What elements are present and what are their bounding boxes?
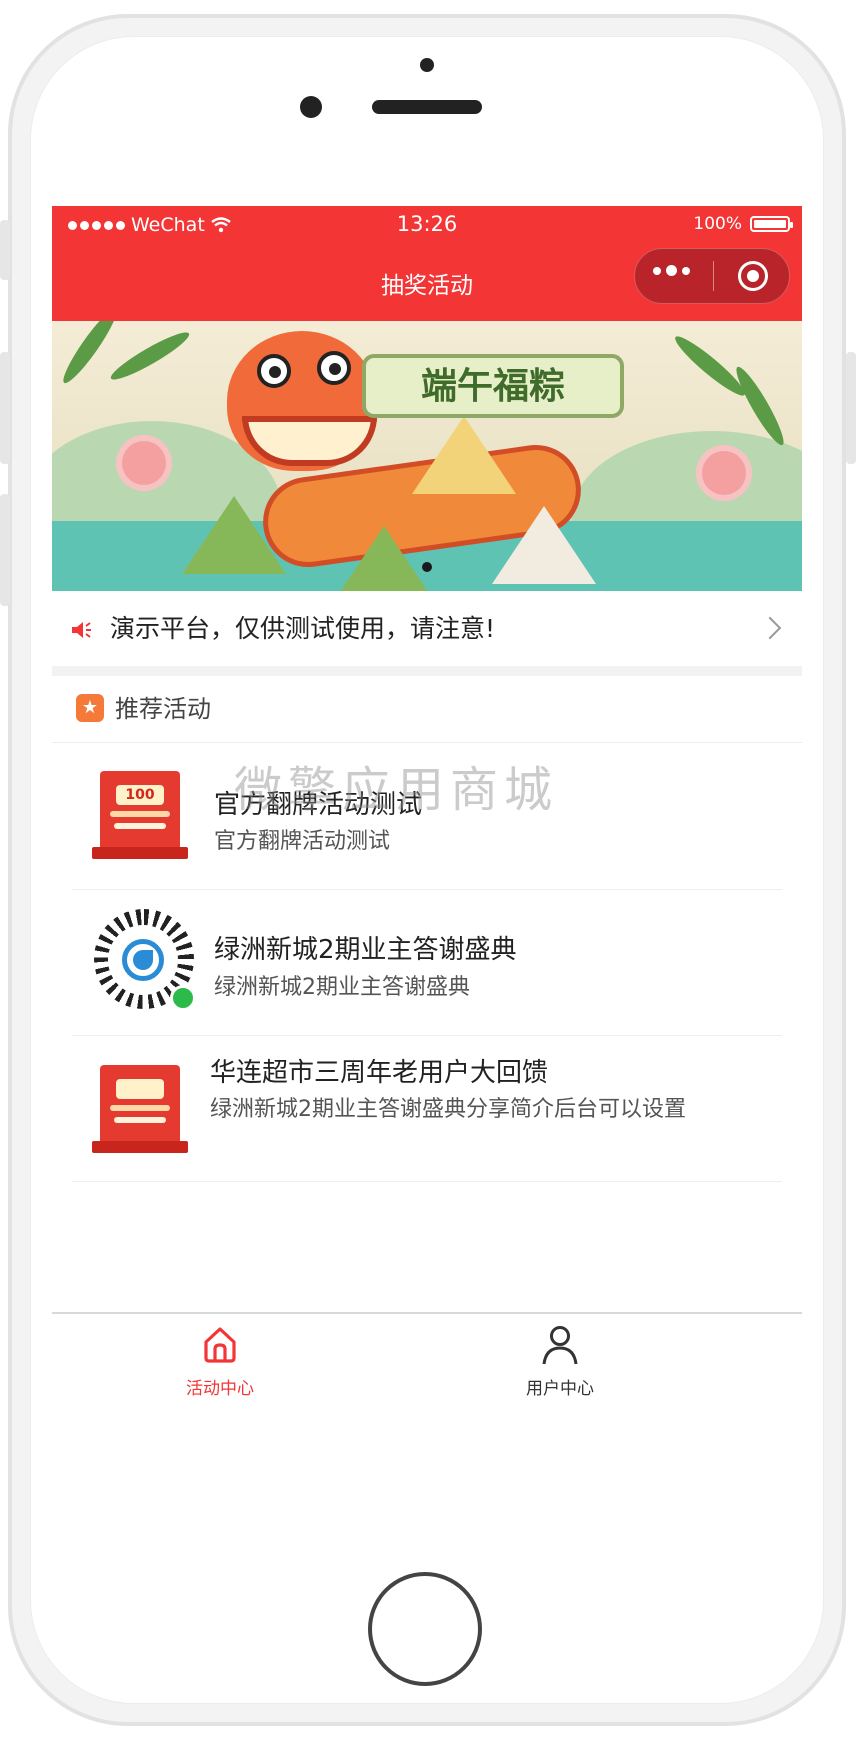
app-screen: WeChat 13:26 100% 抽奖活动 端午福粽 演示平台，仅供测试使用，… (52, 206, 802, 1456)
activity-thumbnail (92, 1065, 188, 1155)
activity-title: 华连超市三周年老用户大回馈 (210, 1058, 549, 1088)
section-header: ★ 推荐活动 (52, 676, 802, 743)
notice-text: 演示平台，仅供测试使用，请注意! (110, 614, 496, 643)
battery-percent: 100% (693, 214, 742, 234)
lily-flower-icon (122, 441, 166, 485)
activity-thumbnail: 100 (92, 771, 188, 861)
tab-label: 活动中心 (186, 1379, 254, 1399)
status-time: 13:26 (396, 212, 458, 236)
capsule-divider (713, 261, 714, 291)
lily-flower-icon (702, 451, 746, 495)
activity-desc: 绿洲新城2期业主答谢盛典分享简介后台可以设置 (210, 1097, 686, 1122)
battery-icon (750, 216, 793, 232)
tab-activity-center[interactable]: 活动中心 (140, 1324, 300, 1399)
activity-desc: 绿洲新城2期业主答谢盛典 (214, 975, 470, 1000)
qrcode-logo-icon (122, 939, 164, 981)
star-icon: ★ (76, 694, 104, 722)
home-icon (204, 1327, 236, 1363)
carousel-indicator-dot[interactable] (422, 562, 432, 572)
phone-camera-lens (300, 96, 322, 118)
poster-amount: 100 (116, 785, 164, 805)
zongzi-illustration (492, 506, 596, 584)
phone-side-button (0, 220, 10, 280)
tab-user-center[interactable]: 用户中心 (480, 1324, 640, 1399)
red-envelope-poster-icon: 100 (92, 771, 188, 861)
nav-bar: WeChat 13:26 100% 抽奖活动 (52, 206, 802, 321)
phone-home-button[interactable] (368, 1572, 482, 1686)
notice-bar[interactable]: 演示平台，仅供测试使用，请注意! (52, 591, 802, 666)
user-icon (542, 1326, 578, 1365)
section-divider (52, 666, 802, 676)
phone-side-button (0, 352, 10, 464)
status-battery: 100% (693, 214, 793, 234)
activity-item[interactable]: 华连超市三周年老用户大回馈 绿洲新城2期业主答谢盛典分享简介后台可以设置 (72, 1035, 782, 1182)
activity-desc: 官方翻牌活动测试 (214, 829, 391, 854)
chevron-right-icon (758, 616, 782, 640)
zongzi-illustration (412, 416, 516, 494)
phone-speaker (372, 100, 482, 114)
tab-label: 用户中心 (526, 1379, 594, 1399)
poster-amount (116, 1079, 164, 1099)
tab-bar: 活动中心 用户中心 (52, 1312, 802, 1414)
activity-title: 绿洲新城2期业主答谢盛典 (214, 935, 517, 965)
activity-item[interactable]: 绿洲新城2期业主答谢盛典 绿洲新城2期业主答谢盛典 (72, 889, 782, 1036)
phone-camera-dot (420, 58, 434, 72)
activity-thumbnail (92, 909, 196, 1011)
banner-title: 端午福粽 (362, 354, 624, 418)
more-dots-icon[interactable] (653, 265, 690, 276)
phone-side-button (0, 494, 10, 606)
zongzi-illustration (182, 496, 286, 574)
speaker-icon (72, 622, 91, 638)
dragon-eye (257, 354, 291, 388)
watermark: 微擎应用商城 (234, 762, 559, 818)
zongzi-illustration (332, 526, 436, 591)
bamboo-leaf-icon (107, 326, 193, 386)
red-envelope-poster-icon (92, 1065, 188, 1155)
banner-carousel[interactable]: 端午福粽 (52, 321, 802, 591)
target-icon[interactable] (738, 261, 768, 291)
miniprogram-badge-icon (170, 985, 196, 1011)
phone-side-button (846, 352, 856, 464)
section-title: 推荐活动 (115, 695, 211, 723)
miniprogram-capsule (634, 248, 790, 304)
dragon-eye (317, 351, 351, 385)
